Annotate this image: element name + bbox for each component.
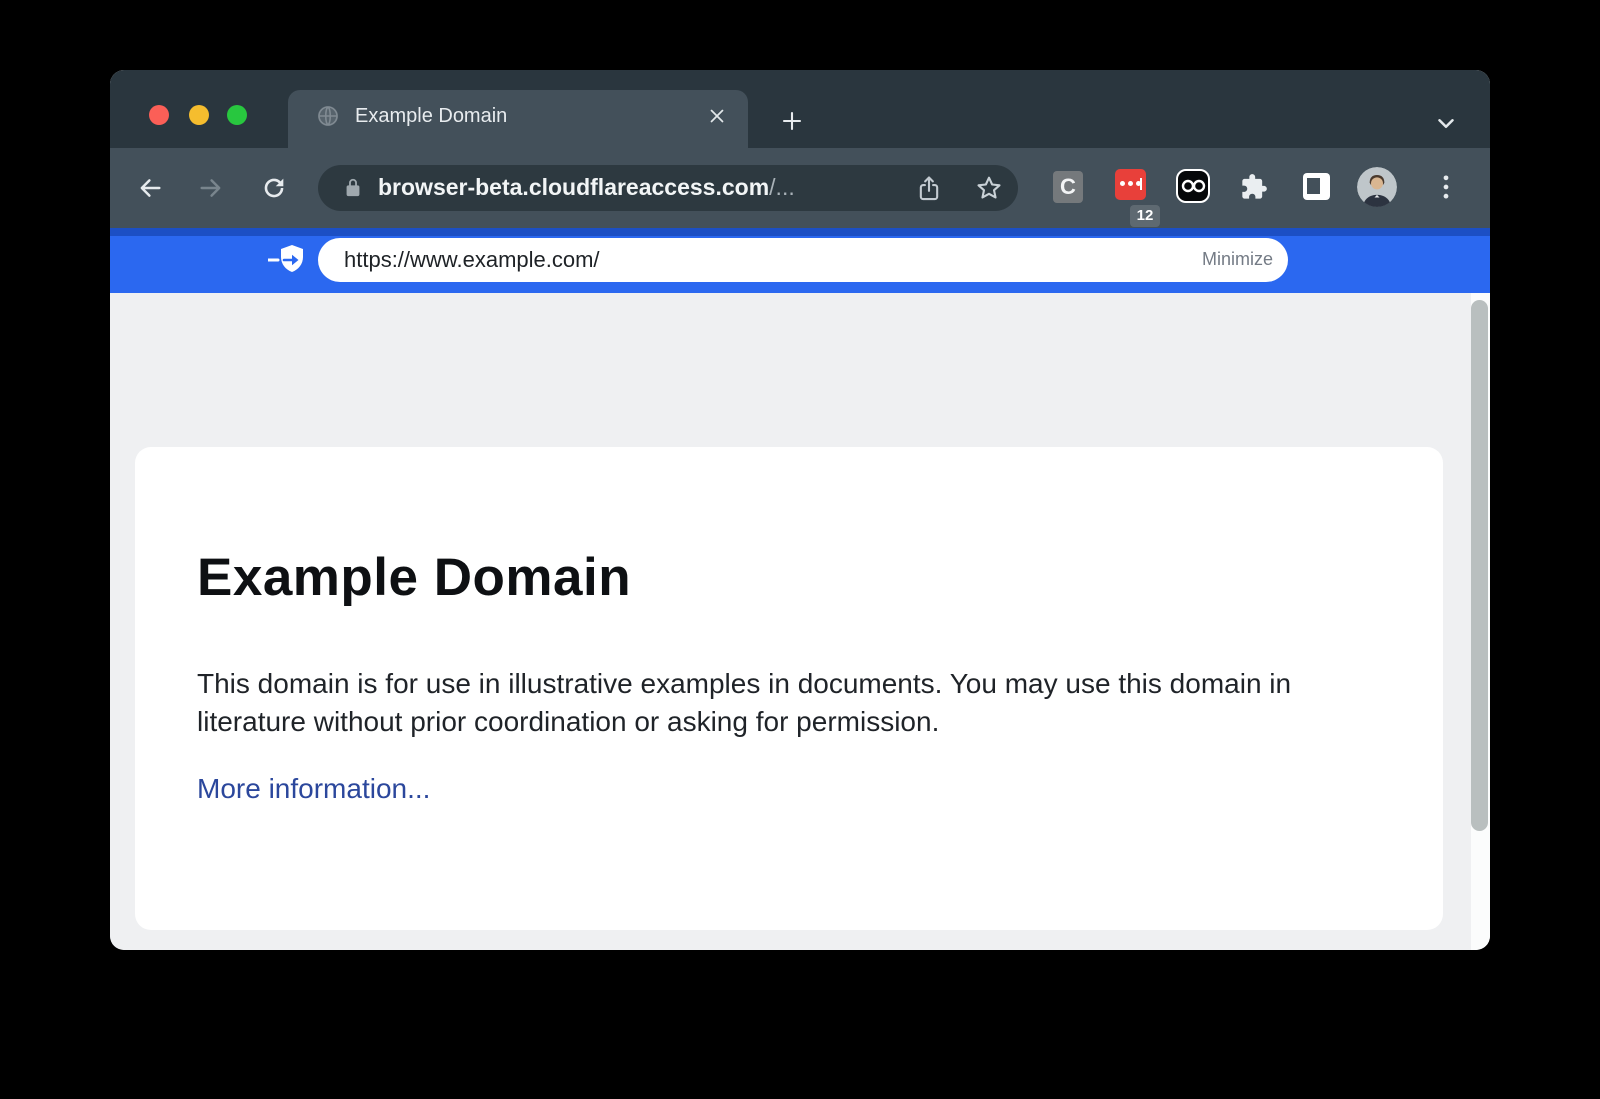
side-panel-button[interactable]: [1303, 173, 1330, 200]
address-url-text: browser-beta.cloudflareaccess.com/...: [378, 174, 795, 201]
profile-avatar[interactable]: [1357, 167, 1397, 207]
minimize-button[interactable]: Minimize: [1202, 249, 1273, 270]
extension-badge: 12: [1130, 205, 1160, 227]
password-cursor-icon: [1140, 178, 1143, 190]
browser-menu-button[interactable]: [1435, 172, 1457, 202]
two-circles-icon: [1179, 176, 1207, 196]
tab-close-icon[interactable]: [706, 105, 728, 127]
remote-url-field[interactable]: https://www.example.com/ Minimize: [318, 238, 1288, 282]
example-domain-card: Example Domain This domain is for use in…: [135, 447, 1443, 930]
isolation-bar: https://www.example.com/ Minimize: [110, 228, 1490, 293]
side-panel-icon: [1307, 178, 1320, 194]
page-title: Example Domain: [197, 547, 631, 608]
extensions-puzzle-icon[interactable]: [1240, 173, 1268, 201]
bookmark-star-icon[interactable]: [975, 174, 1003, 202]
password-dots-icon: [1120, 181, 1141, 186]
more-information-link[interactable]: More information...: [197, 773, 430, 805]
scrollbar-thumb[interactable]: [1471, 300, 1488, 831]
browser-window: Example Domain: [110, 70, 1490, 950]
chevron-down-icon[interactable]: [1433, 110, 1459, 136]
back-button[interactable]: [136, 174, 164, 202]
extension-c-button[interactable]: C: [1053, 171, 1083, 203]
close-window-button[interactable]: [149, 105, 169, 125]
zoom-window-button[interactable]: [227, 105, 247, 125]
new-tab-button[interactable]: [780, 109, 804, 133]
tab-strip: Example Domain: [110, 70, 1490, 148]
remote-url-text: https://www.example.com/: [344, 247, 600, 273]
reload-button[interactable]: [260, 174, 288, 202]
browser-toolbar: browser-beta.cloudflareaccess.com/... C: [110, 148, 1490, 228]
isolation-bar-stripe: [110, 228, 1490, 236]
tab-example-domain[interactable]: Example Domain: [288, 90, 748, 148]
minimize-window-button[interactable]: [189, 105, 209, 125]
extension-password-button[interactable]: 12: [1115, 169, 1146, 200]
page-viewport: Example Domain This domain is for use in…: [110, 293, 1490, 950]
address-bar[interactable]: browser-beta.cloudflareaccess.com/...: [318, 165, 1018, 211]
extension-goggles-button[interactable]: [1176, 169, 1210, 203]
address-domain: browser-beta.cloudflareaccess.com: [378, 174, 769, 200]
address-path: /...: [769, 174, 795, 200]
page-paragraph: This domain is for use in illustrative e…: [197, 665, 1352, 741]
avatar-photo: [1357, 167, 1397, 207]
lock-icon: [342, 177, 364, 199]
isolation-shield-icon: [268, 241, 310, 281]
forward-button[interactable]: [197, 174, 225, 202]
share-icon[interactable]: [915, 174, 943, 202]
globe-favicon-icon: [316, 104, 340, 128]
tab-title: Example Domain: [355, 105, 507, 128]
